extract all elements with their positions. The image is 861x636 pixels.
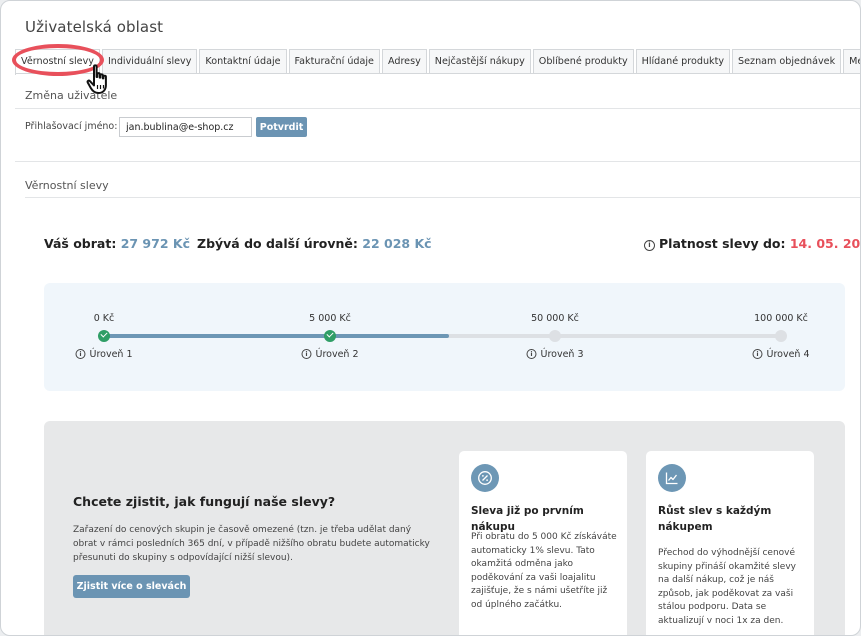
tab-contact-details[interactable]: Kontaktní údaje bbox=[199, 49, 287, 73]
turnover-value: 27 972 Kč bbox=[120, 236, 190, 251]
percent-badge-icon bbox=[471, 464, 499, 492]
info-icon[interactable]: i bbox=[644, 240, 655, 251]
tabs-divider bbox=[15, 73, 860, 74]
promo-title: Chcete zjistit, jak fungují naše slevy? bbox=[73, 494, 336, 509]
chart-growth-icon bbox=[658, 464, 686, 492]
step-level[interactable]: i Úroveň 1 bbox=[75, 349, 133, 360]
card-title: Růst slev s každým nákupem bbox=[658, 505, 772, 533]
remaining-stat: Zbývá do další úrovně: 22 028 Kč bbox=[197, 236, 432, 251]
divider bbox=[25, 197, 860, 198]
login-label: Přihlašovací jméno: * bbox=[25, 121, 125, 132]
tab-billing-details[interactable]: Fakturační údaje bbox=[288, 49, 380, 73]
turnover-stat: Váš obrat: 27 972 Kč bbox=[44, 236, 190, 251]
validity-stat: iPlatnost slevy do: 14. 05. 2025 bbox=[644, 236, 861, 251]
confirm-button[interactable]: Potvrdit bbox=[256, 117, 307, 137]
hand-pointer-icon bbox=[86, 64, 107, 94]
step-level[interactable]: i Úroveň 2 bbox=[301, 349, 359, 360]
step-dot-icon bbox=[549, 330, 561, 342]
tab-order-list[interactable]: Seznam objednávek bbox=[732, 49, 842, 73]
step-amount: 0 Kč bbox=[93, 313, 115, 324]
tab-frequent-purchases[interactable]: Nejčastější nákupy bbox=[428, 49, 531, 73]
step-amount: 5 000 Kč bbox=[309, 313, 351, 324]
discount-info-panel: Chcete zjistit, jak fungují naše slevy? … bbox=[44, 421, 845, 635]
card-text: Přechod do výhodnější cenové skupiny při… bbox=[658, 548, 796, 626]
info-icon: i bbox=[75, 349, 86, 359]
step-level[interactable]: i Úroveň 3 bbox=[526, 349, 584, 360]
tab-bar: Věrnostní slevy Individuální slevy Konta… bbox=[15, 49, 860, 75]
loyalty-progress-panel: 0 Kč i Úroveň 1 5 000 Kč i Úroveň 2 50 000… bbox=[44, 283, 845, 391]
app-window: Uživatelská oblast Věrnostní slevy Indiv… bbox=[0, 0, 861, 636]
step-check-icon bbox=[324, 330, 336, 342]
loyalty-heading: Věrnostní slevy bbox=[25, 179, 109, 192]
first-purchase-card: Sleva již po prvním nákupu Při obratu do… bbox=[459, 451, 627, 635]
tab-addresses[interactable]: Adresy bbox=[381, 49, 427, 73]
page-title: Uživatelská oblast bbox=[25, 18, 164, 36]
learn-more-button[interactable]: Zjistit více o slevách bbox=[73, 575, 190, 598]
info-icon: i bbox=[301, 349, 312, 359]
tab-my-documents[interactable]: Mé doklady bbox=[843, 49, 860, 73]
progress-fill bbox=[104, 334, 450, 338]
step-check-icon bbox=[98, 330, 110, 342]
step-amount: 100 000 Kč bbox=[754, 313, 808, 324]
step-level[interactable]: i Úroveň 4 bbox=[752, 349, 810, 360]
progress-track bbox=[104, 334, 781, 338]
tab-watched-products[interactable]: Hlídané produkty bbox=[635, 49, 731, 73]
info-icon: i bbox=[752, 349, 763, 359]
remaining-value: 22 028 Kč bbox=[362, 236, 432, 251]
divider bbox=[15, 161, 860, 162]
login-input[interactable] bbox=[119, 117, 252, 137]
card-text: Při obratu do 5 000 Kč získáváte automat… bbox=[471, 532, 617, 610]
step-dot-icon bbox=[775, 330, 787, 342]
promo-text: Zařazení do cenových skupin je časově om… bbox=[73, 525, 430, 563]
step-amount: 50 000 Kč bbox=[531, 313, 579, 324]
info-icon: i bbox=[526, 349, 537, 359]
validity-value: 14. 05. 2025 bbox=[789, 236, 861, 251]
tab-favorite-products[interactable]: Oblíbené produkty bbox=[532, 49, 634, 73]
divider bbox=[15, 108, 860, 109]
growing-discounts-card: Růst slev s každým nákupem Přechod do vý… bbox=[646, 451, 814, 635]
